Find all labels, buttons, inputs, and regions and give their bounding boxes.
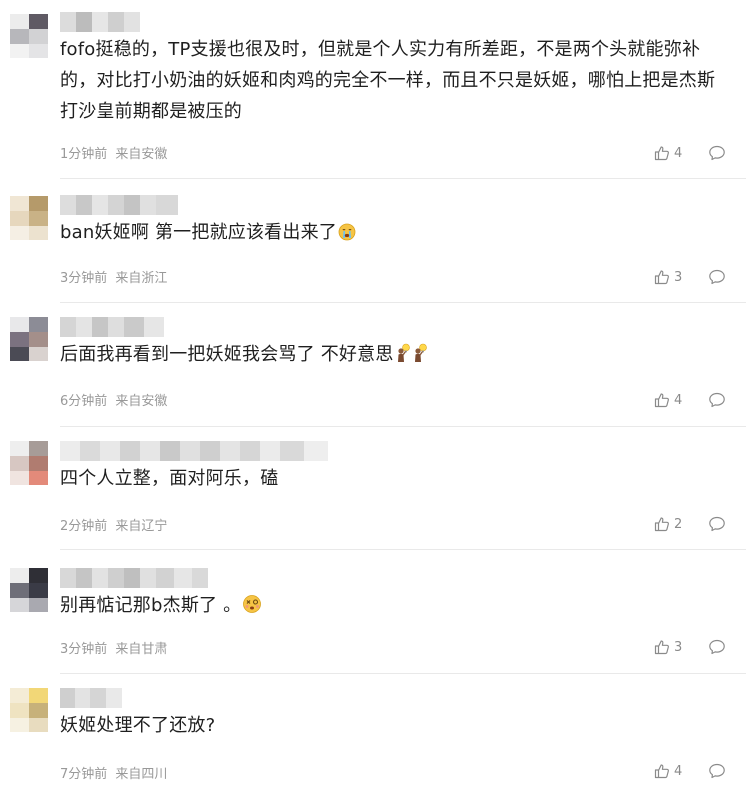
dizzy-face-emoji: [243, 595, 262, 613]
like-count: 3: [674, 269, 683, 285]
like-count: 4: [674, 763, 683, 779]
like-button[interactable]: 4: [654, 145, 688, 161]
lightbulb-person-emoji: [397, 343, 410, 362]
username[interactable]: [60, 195, 178, 215]
comment-item: 四个人立整，面对阿乐，磕 2分钟前 来自辽宁 2: [0, 441, 746, 550]
avatar[interactable]: [10, 196, 48, 240]
comment-actions: 2: [654, 515, 726, 533]
reply-icon[interactable]: [708, 515, 726, 533]
comment-location: 来自甘肃: [115, 642, 168, 657]
divider: [60, 673, 746, 674]
comment-meta: 2分钟前 来自辽宁: [60, 515, 167, 534]
comment-actions: 3: [654, 638, 726, 656]
comment-meta: 3分钟前 来自浙江: [60, 267, 167, 286]
comment-location: 来自安徽: [115, 394, 168, 409]
thumbs-up-icon: [654, 640, 669, 655]
username[interactable]: [60, 441, 328, 461]
thumbs-up-icon: [654, 146, 669, 161]
avatar[interactable]: [10, 14, 48, 58]
comment-text: ban妖姬啊 第一把就应该看出来了: [60, 217, 730, 248]
username[interactable]: [60, 12, 140, 32]
comment-time: 3分钟前: [60, 642, 108, 657]
comment-time: 3分钟前: [60, 271, 108, 286]
divider: [60, 549, 746, 550]
comment-actions: 4: [654, 391, 726, 409]
thumbs-up-icon: [654, 764, 669, 779]
like-button[interactable]: 3: [654, 639, 688, 655]
like-count: 2: [674, 516, 683, 532]
comment-time: 6分钟前: [60, 394, 108, 409]
like-count: 4: [674, 145, 683, 161]
crying-face-emoji: [338, 223, 356, 241]
comment-meta: 3分钟前 来自甘肃: [60, 638, 167, 657]
comment-time: 1分钟前: [60, 147, 108, 162]
avatar[interactable]: [10, 441, 48, 485]
thumbs-up-icon: [654, 517, 669, 532]
comment-text: 后面我再看到一把妖姬我会骂了 不好意思: [60, 339, 730, 370]
comment-item: 后面我再看到一把妖姬我会骂了 不好意思 6分钟前 来自安徽 4: [0, 317, 746, 427]
like-button[interactable]: 4: [654, 763, 688, 779]
thumbs-up-icon: [654, 393, 669, 408]
comment-item: ban妖姬啊 第一把就应该看出来了 3分钟前 来自浙江 3: [0, 195, 746, 303]
thumbs-up-icon: [654, 270, 669, 285]
avatar[interactable]: [10, 568, 48, 612]
reply-icon[interactable]: [708, 762, 726, 780]
avatar[interactable]: [10, 688, 48, 732]
comment-text: 四个人立整，面对阿乐，磕: [60, 468, 279, 489]
reply-icon[interactable]: [708, 391, 726, 409]
comment-time: 2分钟前: [60, 519, 108, 534]
username[interactable]: [60, 688, 122, 708]
comment-text: 别再惦记那b杰斯了 。: [60, 590, 730, 621]
username[interactable]: [60, 568, 208, 588]
username[interactable]: [60, 317, 164, 337]
like-count: 4: [674, 392, 683, 408]
comment-location: 来自辽宁: [115, 519, 168, 534]
comment-actions: 4: [654, 144, 726, 162]
comment-actions: 4: [654, 762, 726, 780]
comment-location: 来自四川: [115, 767, 168, 782]
divider: [60, 302, 746, 303]
comment-text: 妖姬处理不了还放?: [60, 715, 216, 736]
divider: [60, 426, 746, 427]
comment-item: 别再惦记那b杰斯了 。 3分钟前 来自甘肃 3: [0, 568, 746, 674]
reply-icon[interactable]: [708, 144, 726, 162]
comment-item: fofo挺稳的，TP支援也很及时，但就是个人实力有所差距，不是两个头就能弥补的，…: [0, 12, 746, 179]
reply-icon[interactable]: [708, 638, 726, 656]
like-button[interactable]: 4: [654, 392, 688, 408]
divider: [60, 178, 746, 179]
comment-meta: 7分钟前 来自四川: [60, 763, 167, 782]
comment-actions: 3: [654, 268, 726, 286]
comment-meta: 6分钟前 来自安徽: [60, 390, 167, 409]
comment-item: 妖姬处理不了还放? 7分钟前 来自四川 4: [0, 688, 746, 797]
comment-meta: 1分钟前 来自安徽: [60, 143, 167, 162]
like-count: 3: [674, 639, 683, 655]
reply-icon[interactable]: [708, 268, 726, 286]
comment-time: 7分钟前: [60, 767, 108, 782]
like-button[interactable]: 2: [654, 516, 688, 532]
comment-text: fofo挺稳的，TP支援也很及时，但就是个人实力有所差距，不是两个头就能弥补的，…: [60, 39, 716, 122]
like-button[interactable]: 3: [654, 269, 688, 285]
comment-location: 来自安徽: [115, 147, 168, 162]
comment-feed: fofo挺稳的，TP支援也很及时，但就是个人实力有所差距，不是两个头就能弥补的，…: [0, 0, 746, 797]
avatar[interactable]: [10, 317, 48, 361]
lightbulb-person-emoji: [414, 343, 427, 362]
comment-location: 来自浙江: [115, 271, 168, 286]
